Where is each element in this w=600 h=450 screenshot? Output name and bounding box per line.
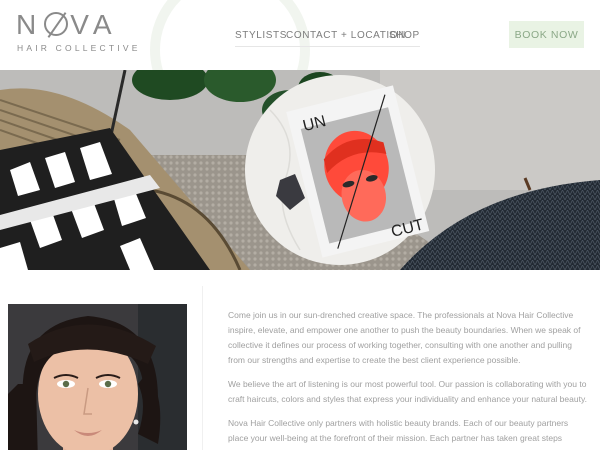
about-paragraph: Come join us in our sun-drenched creativ… [228, 310, 581, 365]
nav-link-shop[interactable]: SHOP [389, 30, 420, 47]
nav-link-stylists[interactable]: STYLISTS [235, 30, 288, 47]
hero-image: UN CUT [0, 70, 600, 270]
portrait-image [8, 304, 187, 450]
hero-scene: UN CUT [0, 70, 600, 270]
book-now-button[interactable]: BOOK NOW [509, 21, 584, 48]
site-header: N VA HAIR COLLECTIVE STYLISTS CONTACT + L… [0, 0, 600, 70]
about-text: Come join us in our sun-drenched creativ… [228, 308, 590, 450]
column-divider [202, 286, 203, 450]
logo-wordmark: N VA [16, 9, 118, 40]
about-paragraph: Nova Hair Collective only partners with … [228, 418, 569, 443]
logo-o-mark-icon [44, 12, 69, 36]
logo-tagline: HAIR COLLECTIVE [17, 43, 141, 53]
about-paragraph: We believe the art of listening is our m… [228, 379, 587, 404]
about-section: Come join us in our sun-drenched creativ… [0, 270, 600, 450]
nav-link-contact-location[interactable]: CONTACT + LOCATION [286, 30, 406, 47]
stylist-portrait [8, 304, 187, 450]
brand-logo[interactable]: N VA HAIR COLLECTIVE [16, 9, 137, 56]
